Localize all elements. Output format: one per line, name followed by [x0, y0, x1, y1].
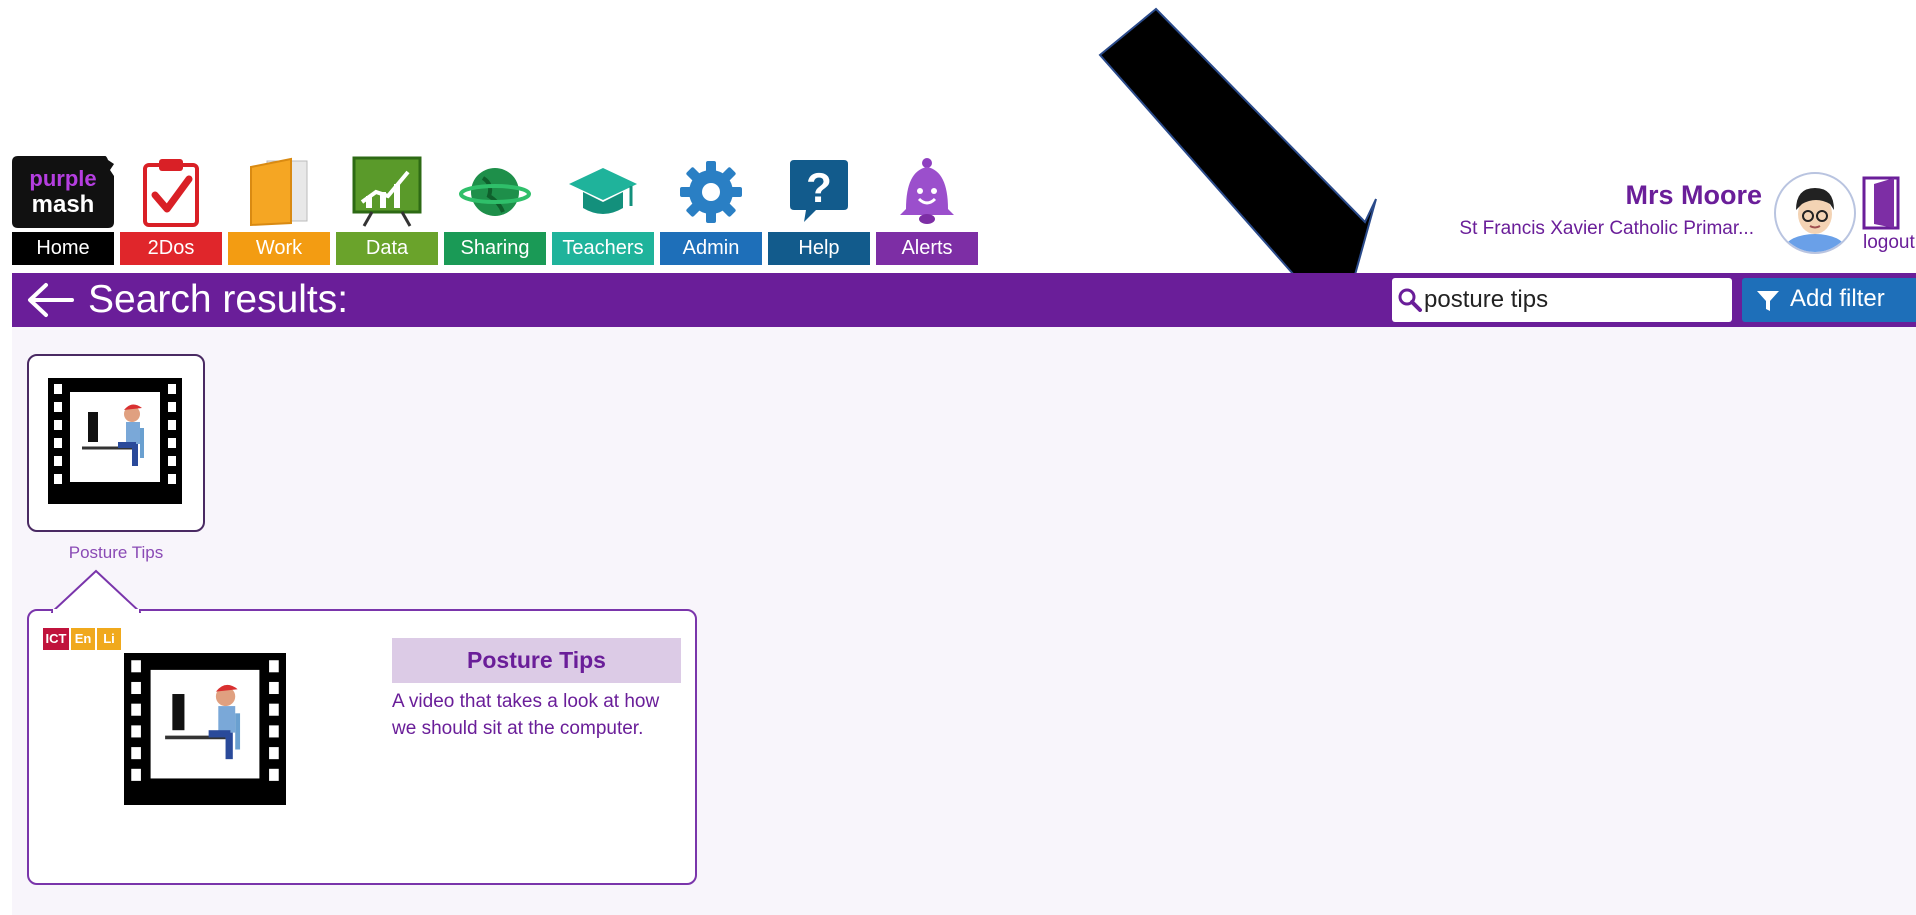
back-arrow-icon[interactable] — [26, 282, 74, 318]
nav-work[interactable]: Work — [228, 152, 330, 265]
subject-code: Li — [103, 631, 115, 646]
subject-badge-ict: ICT — [43, 628, 69, 650]
nav-2dos[interactable]: 2Dos — [120, 152, 222, 265]
nav-data[interactable]: Data — [336, 152, 438, 265]
logo-top-text: purple — [29, 166, 96, 191]
user-name: Mrs Moore — [1625, 180, 1762, 210]
graduation-cap-icon — [552, 152, 654, 232]
gear-icon — [660, 152, 762, 232]
nav-teachers[interactable]: Teachers — [552, 152, 654, 265]
purple-mash-logo: purple mash — [12, 152, 114, 232]
logout-label[interactable]: logout — [1863, 232, 1915, 254]
nav-label-teachers: Teachers — [552, 232, 654, 265]
logo-bottom-text: mash — [32, 191, 95, 218]
detail-panel: ICT En Li Posture Tips A video that take… — [27, 569, 697, 885]
logout-door-icon[interactable] — [1862, 176, 1902, 230]
nav-label-help: Help — [768, 232, 870, 265]
nav-label-admin: Admin — [660, 232, 762, 265]
add-filter-button[interactable]: Add filter — [1742, 278, 1916, 322]
add-filter-label: Add filter — [1790, 285, 1885, 312]
nav-admin[interactable]: Admin — [660, 152, 762, 265]
filter-icon — [1757, 291, 1779, 311]
subject-badge-li: Li — [97, 628, 121, 650]
search-icon — [1398, 288, 1422, 312]
film-video-icon — [124, 653, 286, 805]
folder-icon — [228, 152, 330, 232]
subject-code: ICT — [45, 631, 67, 646]
result-card[interactable]: Posture Tips — [27, 354, 205, 562]
nav-home[interactable]: purple mash Home — [12, 152, 114, 265]
nav-label-alerts: Alerts — [876, 232, 978, 265]
detail-description: A video that takes a look at how we shou… — [392, 691, 660, 739]
svg-text:?: ? — [806, 164, 832, 211]
nav-alerts[interactable]: Alerts — [876, 152, 978, 265]
search-input[interactable] — [1424, 282, 1724, 318]
search-header-bar: Search results: Add filter — [12, 273, 1916, 327]
detail-title[interactable]: Posture Tips — [392, 638, 681, 683]
panel-pointer — [51, 569, 141, 613]
nav-label-2dos: 2Dos — [120, 232, 222, 265]
avatar[interactable] — [1774, 172, 1856, 254]
annotation-arrow-icon — [1098, 7, 1377, 300]
chart-board-icon — [336, 152, 438, 232]
help-question-icon: ? — [768, 152, 870, 232]
nav-label-home: Home — [12, 232, 114, 265]
bell-icon — [876, 152, 978, 232]
results-area: Posture Tips ICT En Li Posture Tips A vi… — [12, 327, 1916, 915]
clipboard-check-icon — [120, 152, 222, 232]
film-video-icon — [48, 378, 182, 504]
nav-label-sharing: Sharing — [444, 232, 546, 265]
subject-code: En — [74, 631, 92, 646]
nav-help[interactable]: ? Help — [768, 152, 870, 265]
user-school: St Francis Xavier Catholic Primar... — [1459, 218, 1754, 239]
page-title: Search results: — [88, 278, 349, 321]
search-box[interactable] — [1392, 278, 1732, 322]
nav-label-data: Data — [336, 232, 438, 265]
subject-badge-en: En — [71, 628, 95, 650]
result-label: Posture Tips — [68, 543, 164, 562]
nav-label-work: Work — [228, 232, 330, 265]
nav-sharing[interactable]: Sharing — [444, 152, 546, 265]
globe-icon — [444, 152, 546, 232]
